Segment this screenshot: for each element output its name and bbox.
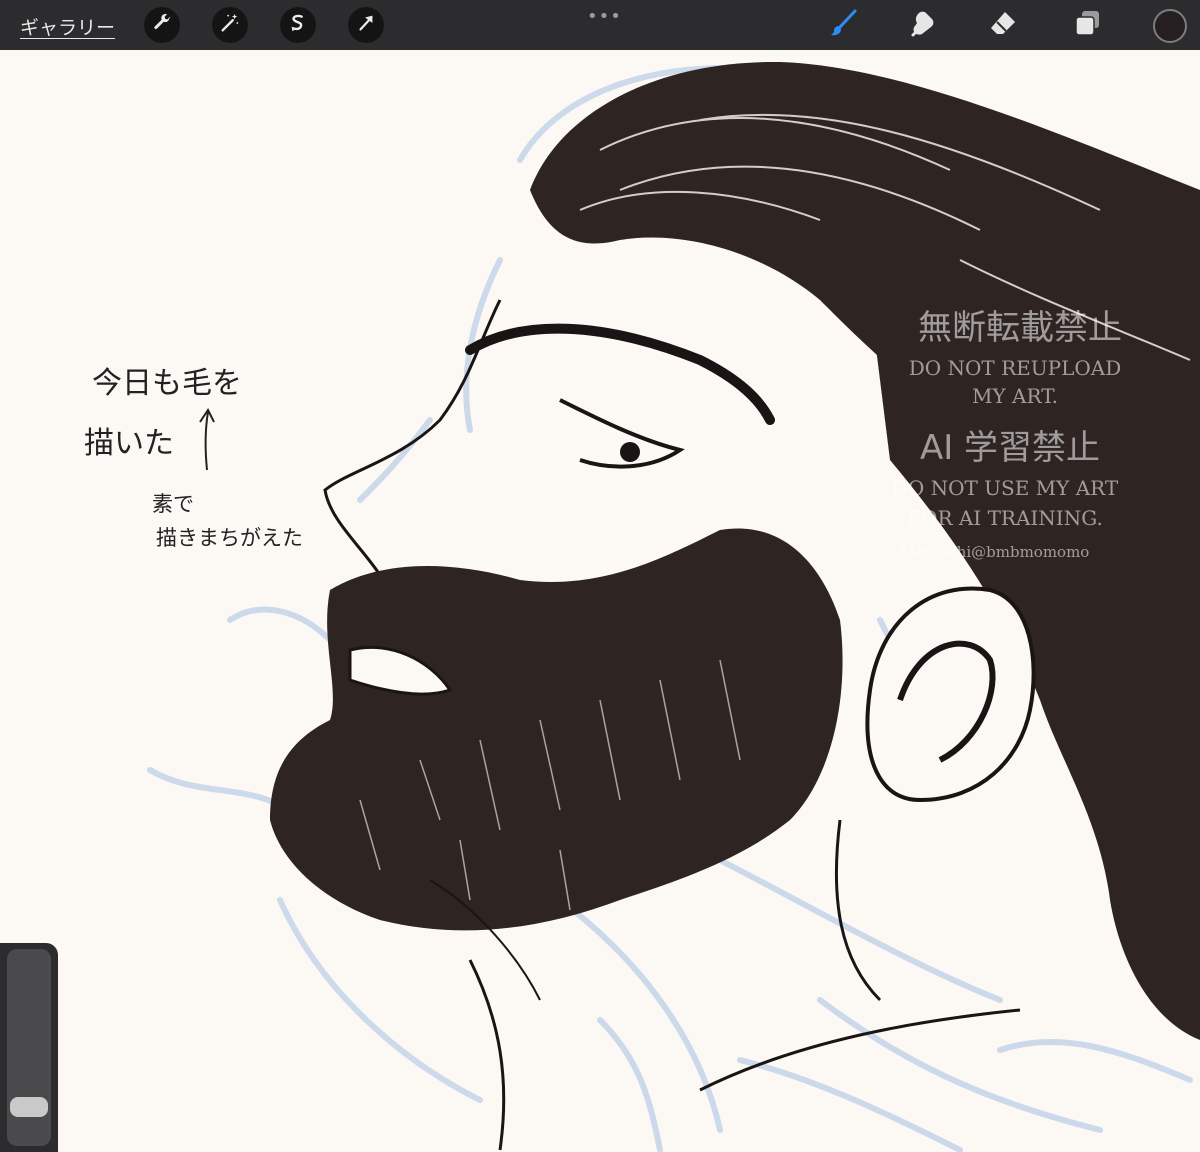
brush-icon <box>828 8 858 42</box>
wrench-icon <box>151 12 173 38</box>
slider-handle[interactable] <box>10 1097 48 1118</box>
more-dots-icon[interactable]: ••• <box>587 6 622 27</box>
note-line-4: 描きまちがえた <box>156 526 303 550</box>
color-picker-button[interactable] <box>1153 9 1187 43</box>
side-slider-panel <box>0 943 58 1152</box>
top-toolbar: ギャラリー ••• <box>0 0 1200 50</box>
magic-wand-icon <box>219 12 241 38</box>
selection-icon <box>287 12 309 38</box>
layers-icon <box>1072 8 1102 42</box>
transform-arrow-icon <box>355 12 377 38</box>
watermark-jp-2: AI 学習禁止 <box>919 428 1101 468</box>
actions-button[interactable] <box>144 7 180 43</box>
eraser-tool-button[interactable] <box>986 8 1020 42</box>
watermark-en-1: DO NOT REUPLOAD <box>908 356 1122 380</box>
brush-tool-button[interactable] <box>826 8 860 42</box>
watermark-handle: Momochi@bmbmomomo <box>900 543 1090 561</box>
watermark-en-4: FOR AI TRAINING. <box>907 506 1103 530</box>
watermark-jp-1: 無断転載禁止 <box>918 308 1122 348</box>
watermark-en-2: MY ART. <box>972 384 1058 408</box>
drawing-canvas[interactable]: 今日も毛を 描いた 素で 描きまちがえた 無断転載禁止 DO NOT REUPL… <box>0 50 1200 1152</box>
gallery-button[interactable]: ギャラリー <box>20 13 115 40</box>
selection-button[interactable] <box>280 7 316 43</box>
transform-button[interactable] <box>348 7 384 43</box>
layers-button[interactable] <box>1070 8 1104 42</box>
note-line-2: 描いた <box>84 426 174 461</box>
eraser-icon <box>988 8 1018 42</box>
adjustments-button[interactable] <box>212 7 248 43</box>
artwork-illustration <box>147 61 1200 1152</box>
note-line-3: 素で <box>152 492 194 516</box>
smudge-tool-button[interactable] <box>906 8 940 42</box>
smudge-icon <box>908 8 938 42</box>
note-line-1: 今日も毛を <box>92 366 242 401</box>
watermark-en-3: DO NOT USE MY ART <box>891 476 1119 500</box>
brush-size-slider[interactable] <box>7 949 51 1146</box>
